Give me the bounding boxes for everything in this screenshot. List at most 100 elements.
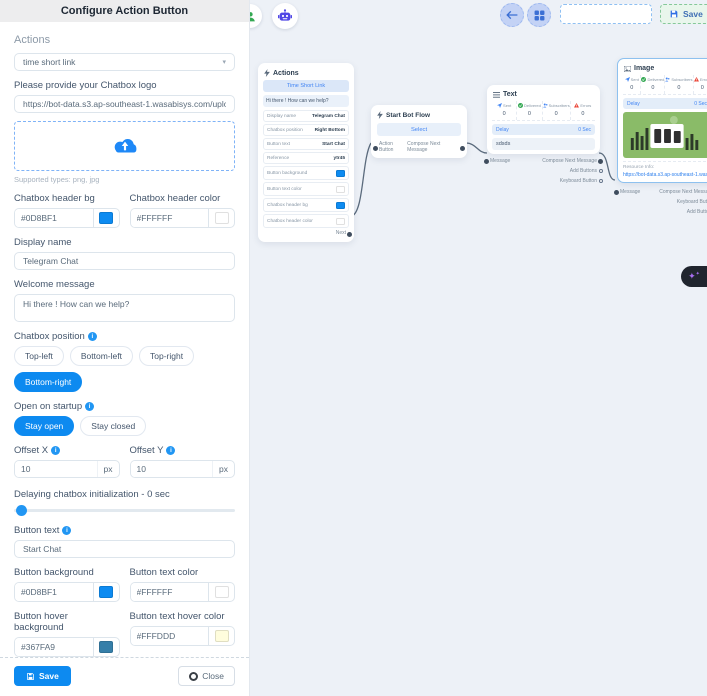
sent-icon (625, 77, 630, 82)
button-text-hover-swatch-button[interactable] (208, 627, 234, 645)
color-swatch (215, 212, 229, 224)
start-ports-row: Action Button Compose Next Message (376, 141, 462, 156)
header-color-input[interactable] (131, 209, 209, 227)
node-actions[interactable]: Actions Time Short Link Hi there ! How c… (258, 63, 354, 242)
bot-button[interactable] (272, 3, 298, 29)
position-top-left[interactable]: Top-left (14, 346, 64, 366)
port-compose-next[interactable]: Compose Next Message (542, 158, 597, 164)
position-bottom-right[interactable]: Bottom-right (14, 372, 82, 392)
errors-icon (574, 103, 579, 108)
row-label: Button background (267, 171, 307, 176)
port-compose-next[interactable]: Compose Next Message (407, 141, 459, 153)
delay-slider[interactable] (14, 504, 235, 516)
node-actions-message: Hi there ! How can we help? (263, 95, 349, 107)
back-button[interactable] (500, 3, 524, 27)
node-row: Button background (263, 166, 349, 180)
robot-icon (277, 8, 293, 24)
logo-url-input[interactable] (14, 95, 235, 113)
port-label: Keyboard Button (560, 178, 597, 184)
port-dot[interactable] (347, 232, 352, 237)
port-dot[interactable] (599, 169, 603, 173)
info-icon (51, 446, 60, 455)
position-top-right[interactable]: Top-right (139, 346, 194, 366)
offset-x-field: px (14, 460, 120, 478)
flow-name-input[interactable] (560, 4, 652, 24)
supported-types-hint: Supported types: png, jpg (14, 175, 235, 184)
arrow-left-icon (506, 10, 518, 20)
delivered-icon (518, 103, 523, 108)
image-port-keyboard[interactable]: Keyboard Button (617, 199, 707, 205)
actions-select[interactable]: time short link (14, 53, 235, 71)
display-name-input[interactable] (14, 252, 235, 270)
node-row: Display name Telegram Chat (263, 110, 349, 122)
port-message[interactable]: Message (490, 158, 510, 164)
slider-thumb[interactable] (16, 505, 27, 516)
port-dot[interactable] (373, 146, 378, 151)
node-row: Chatbox header color (263, 214, 349, 228)
offset-x-input[interactable] (15, 461, 97, 477)
header-color-swatch-button[interactable] (208, 209, 234, 227)
info-icon (85, 402, 94, 411)
actions-section-label: Actions (14, 34, 235, 46)
header-bg-field (14, 208, 120, 228)
position-bottom-left[interactable]: Bottom-left (70, 346, 133, 366)
startup-stay-closed[interactable]: Stay closed (80, 416, 146, 436)
port-action-button[interactable]: Action Button (379, 141, 407, 153)
select-flow-button[interactable]: Select (377, 123, 461, 136)
port-dot[interactable] (599, 179, 603, 183)
delay-value: 0 Sec (578, 127, 591, 133)
errors-icon (694, 77, 699, 82)
button-text-color-input[interactable] (131, 583, 209, 601)
offset-y-input[interactable] (131, 461, 213, 477)
port-message[interactable]: Message (620, 189, 640, 195)
row-value: ytr45 (334, 156, 345, 161)
button-bg-input[interactable] (15, 583, 93, 601)
image-stats: Sent0 Delivered0 Subscribers0 Errors0 (623, 75, 707, 95)
save-button[interactable]: Save (14, 666, 71, 686)
image-icon (624, 66, 631, 72)
image-ports-row: Message Compose Next Message (617, 189, 707, 195)
subscribers-icon (665, 77, 670, 82)
color-swatch (99, 586, 113, 598)
delay-label: Delay (496, 127, 509, 133)
port-dot[interactable] (598, 159, 603, 164)
node-image[interactable]: Image Sent0 Delivered0 Subscribers0 Erro… (617, 58, 707, 215)
header-bg-swatch-button[interactable] (93, 209, 119, 227)
offset-y-label: Offset Y (130, 445, 236, 456)
text-port-add-buttons[interactable]: Add Buttons (487, 168, 600, 174)
logo-dropzone[interactable] (14, 121, 235, 171)
text-content[interactable]: sdsds (492, 138, 595, 150)
port-next[interactable]: Next (263, 230, 349, 238)
row-label: Button text color (267, 187, 302, 192)
port-compose-next[interactable]: Compose Next Message (659, 189, 707, 195)
image-port-add-buttons[interactable]: Add Buttons (617, 209, 707, 215)
startup-label: Open on startup (14, 401, 235, 412)
text-port-keyboard[interactable]: Keyboard Button (487, 178, 600, 184)
port-label: Keyboard Button (677, 199, 707, 205)
button-text-color-swatch-button[interactable] (208, 583, 234, 601)
delay-bar[interactable]: Delay 0 Sec (623, 98, 707, 109)
button-text-label: Button text (14, 525, 235, 536)
button-text-input[interactable] (14, 540, 235, 558)
canvas-save-button[interactable]: Save (660, 4, 707, 24)
node-start-bot-flow[interactable]: Start Bot Flow Select Action Button Comp… (371, 105, 467, 158)
ai-assistant-button[interactable]: ✦✦ (681, 266, 707, 287)
port-dot[interactable] (460, 146, 465, 151)
button-hover-bg-input[interactable] (15, 638, 93, 656)
button-bg-swatch-button[interactable] (93, 583, 119, 601)
delay-bar[interactable]: Delay 0 Sec (492, 124, 595, 135)
close-button[interactable]: Close (178, 666, 235, 686)
node-text[interactable]: Text Sent0 Delivered0 Subscribers0 Error… (487, 85, 600, 184)
port-dot[interactable] (614, 190, 619, 195)
image-thumbnail (623, 112, 707, 158)
port-dot[interactable] (484, 159, 489, 164)
grid-view-button[interactable] (527, 3, 551, 27)
welcome-textarea[interactable]: Hi there ! How can we help? (14, 294, 235, 322)
position-label: Chatbox position (14, 331, 235, 342)
color-swatch (99, 212, 113, 224)
button-hover-bg-swatch-button[interactable] (93, 638, 119, 656)
resource-link[interactable]: https://bot-data.s3.ap-southeast-1.wasab… (623, 172, 707, 178)
startup-stay-open[interactable]: Stay open (14, 416, 74, 436)
header-bg-input[interactable] (15, 209, 93, 227)
button-text-hover-input[interactable] (131, 627, 209, 645)
